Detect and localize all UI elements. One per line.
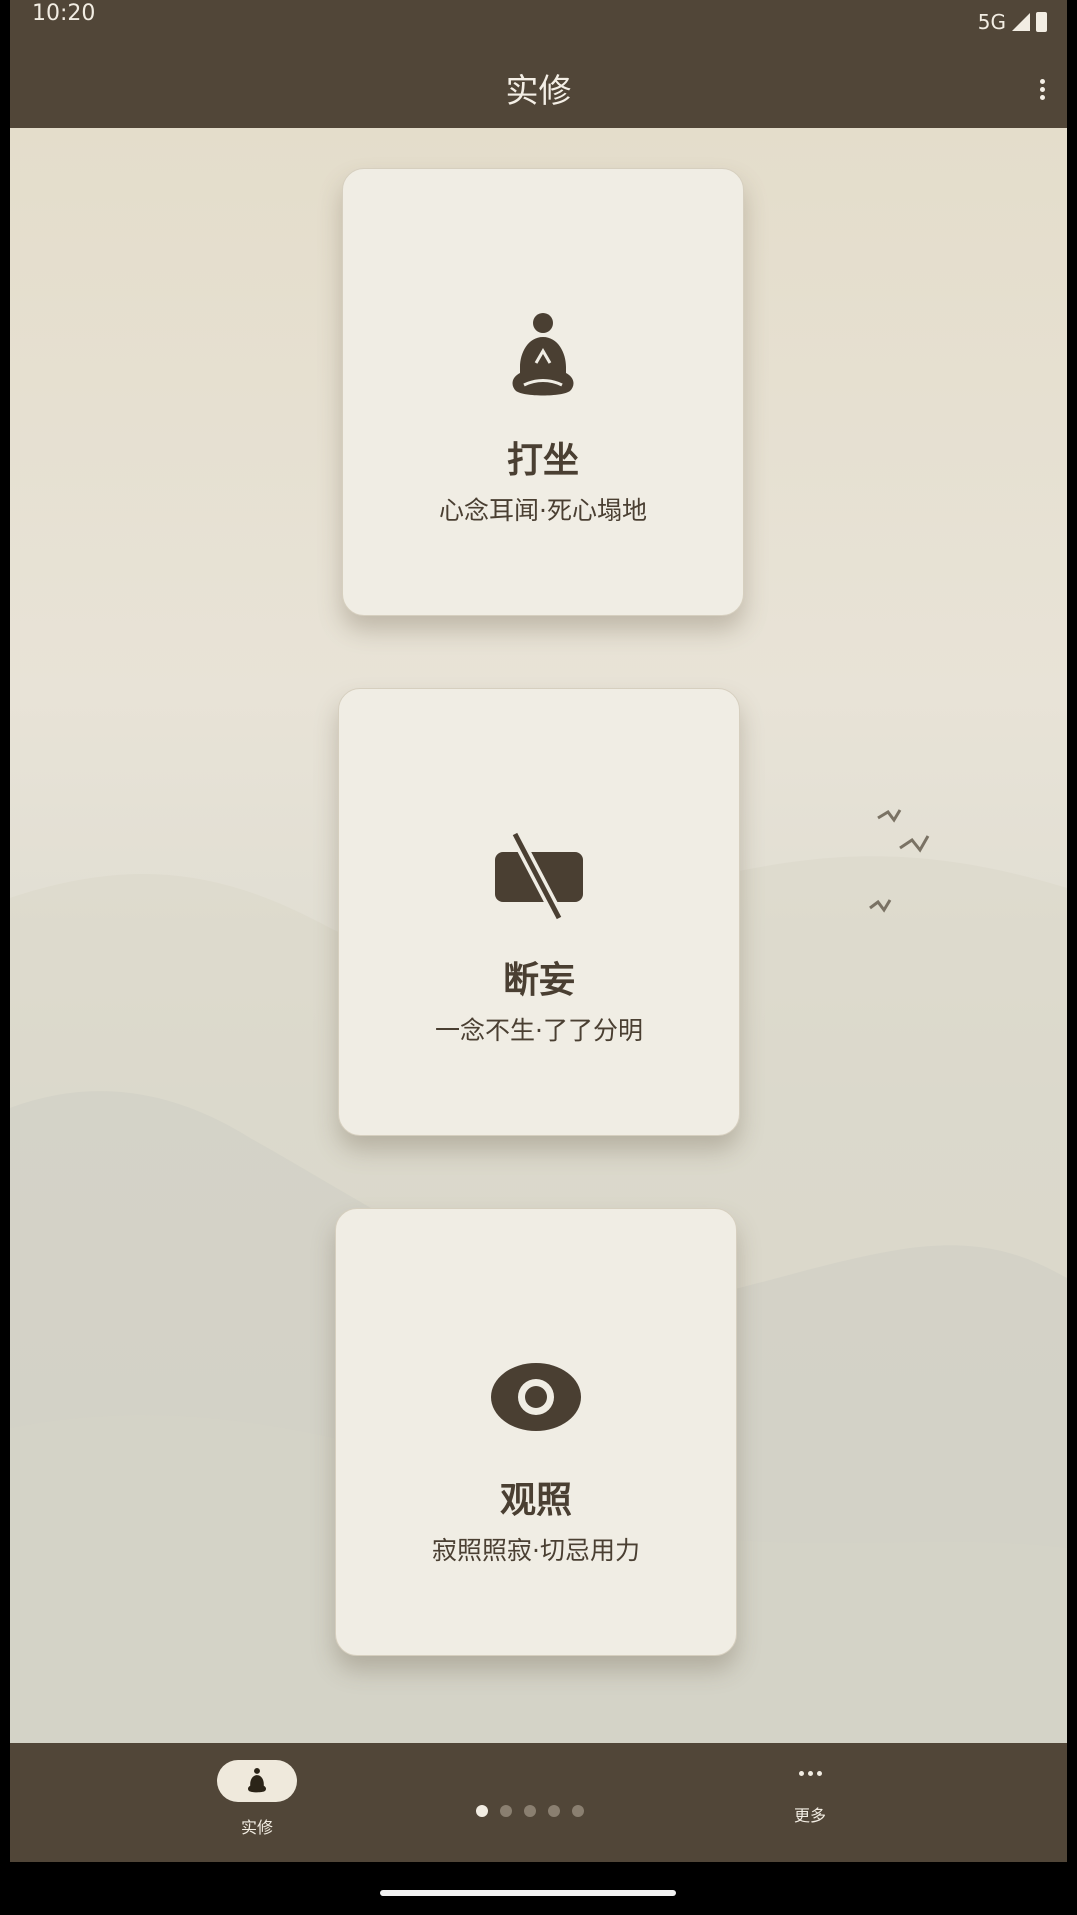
network-type: 5G: [977, 10, 1006, 34]
meditation-icon: [343, 307, 743, 407]
meditation-icon: [217, 1760, 297, 1802]
status-icons: 5G: [978, 10, 1047, 34]
status-time: 10:20: [32, 1, 96, 26]
page-dot[interactable]: [500, 1805, 512, 1817]
signal-icon: [1012, 13, 1030, 31]
more-icon: [770, 1771, 850, 1776]
card-meditation[interactable]: 打坐 心念耳闻·死心塌地: [342, 168, 744, 616]
no-screen-icon: [339, 827, 739, 927]
card-subtitle: 一念不生·了了分明: [435, 1016, 643, 1045]
screen: 10:20 5G 实修 打坐 心念耳闻·死心塌地 断妄 一念不生·了了分明 观照…: [10, 0, 1067, 1862]
page-dot[interactable]: [572, 1805, 584, 1817]
eye-icon: [336, 1347, 736, 1447]
bottom-nav: 实修 更多: [10, 1743, 1067, 1862]
card-stop-delusion[interactable]: 断妄 一念不生·了了分明: [338, 688, 740, 1136]
status-bar: 10:20 5G: [10, 0, 1067, 38]
card-title: 观照: [499, 1480, 572, 1521]
nav-more-label: 更多: [793, 1806, 826, 1825]
battery-icon: [1036, 12, 1047, 32]
nav-practice-label: 实修: [240, 1818, 273, 1837]
page-title: 实修: [505, 71, 572, 110]
card-subtitle: 心念耳闻·死心塌地: [439, 496, 647, 525]
card-title: 打坐: [506, 440, 579, 481]
page-dot[interactable]: [476, 1805, 488, 1817]
page-dot[interactable]: [524, 1805, 536, 1817]
card-subtitle: 寂照照寂·切忌用力: [432, 1536, 640, 1565]
app-bar: 实修: [10, 38, 1067, 128]
overflow-menu-icon[interactable]: [1031, 76, 1053, 106]
card-title: 断妄: [502, 960, 575, 1001]
nav-more[interactable]: 更多: [770, 1743, 850, 1826]
nav-practice[interactable]: 实修: [217, 1760, 297, 1838]
gesture-handle[interactable]: [380, 1890, 676, 1896]
page-indicator: [476, 1805, 584, 1817]
card-contemplation[interactable]: 观照 寂照照寂·切忌用力: [335, 1208, 737, 1656]
page-dot[interactable]: [548, 1805, 560, 1817]
content-area: 打坐 心念耳闻·死心塌地 断妄 一念不生·了了分明 观照 寂照照寂·切忌用力: [10, 128, 1067, 1743]
